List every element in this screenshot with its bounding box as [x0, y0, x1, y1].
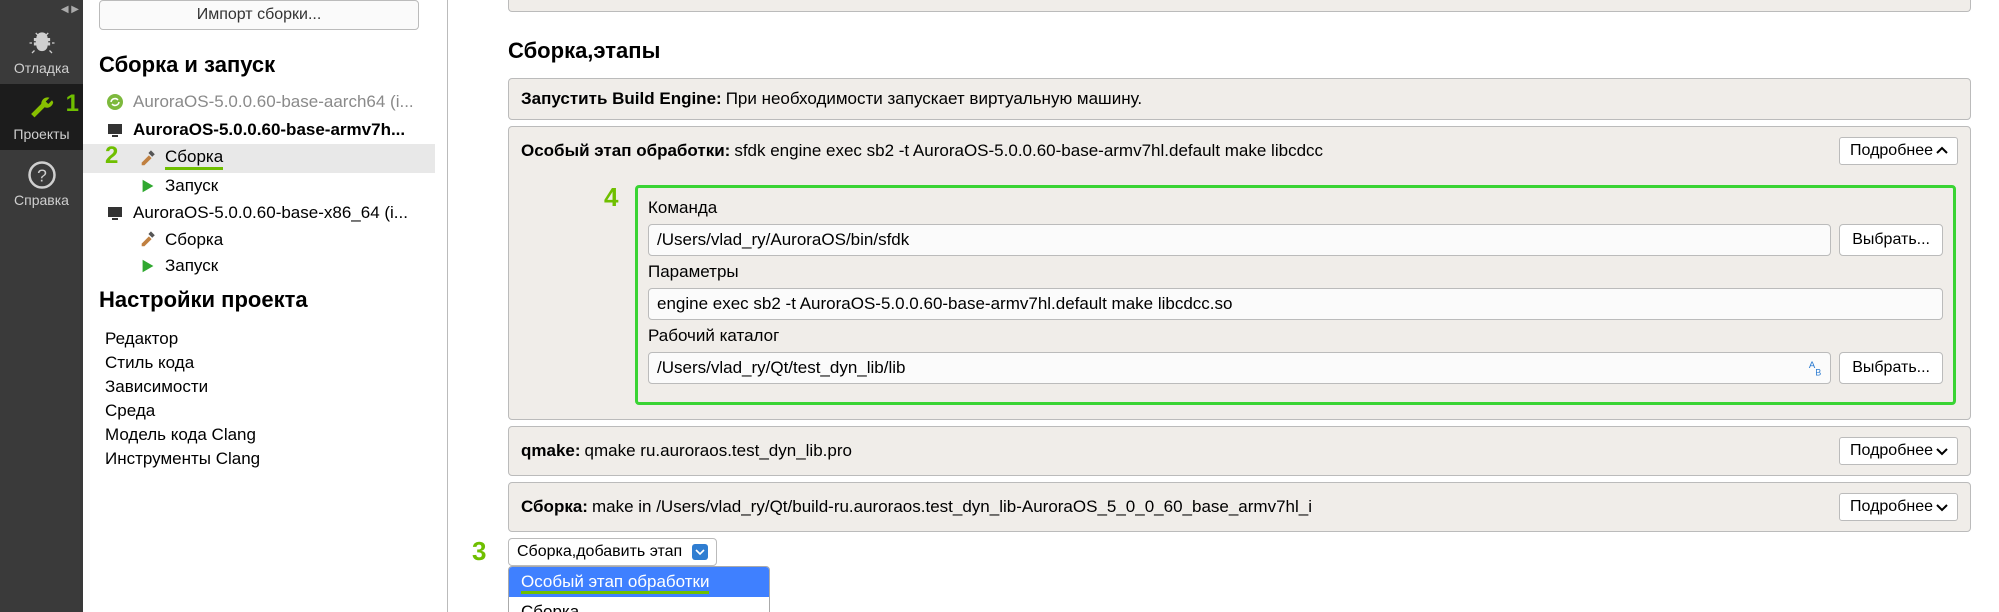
command-input[interactable]: [648, 224, 1831, 256]
label-command: Команда: [648, 198, 717, 217]
subrow-run-x8664[interactable]: Запуск: [83, 253, 435, 279]
settings-list: Редактор Стиль кода Зависимости Среда Мо…: [83, 323, 435, 471]
details-button-qmake[interactable]: Подробнее: [1839, 437, 1958, 465]
choose-command-button[interactable]: Выбрать...: [1839, 224, 1943, 256]
highlighted-fields: 4 Команда Выбрать... Параметры: [635, 185, 1956, 405]
step-custom-title: Особый этап обработки:: [521, 141, 730, 161]
marker-4: 4: [604, 182, 618, 213]
step-make: Сборка: make in /Users/vlad_ry/Qt/build-…: [508, 482, 1971, 532]
add-build-step-label: Сборка,добавить этап: [517, 543, 682, 561]
wrench-icon: [27, 94, 57, 124]
label-wd: Рабочий каталог: [648, 326, 779, 345]
iconbar-help-label: Справка: [14, 192, 69, 208]
variable-icon[interactable]: ᴬB: [1809, 359, 1821, 378]
kit-armv7hl[interactable]: AuroraOS-5.0.0.60-base-armv7h...: [83, 116, 435, 144]
step-custom-process: Особый этап обработки: sfdk engine exec …: [508, 126, 1971, 420]
settings-clang-tools[interactable]: Инструменты Clang: [105, 447, 419, 471]
kit-x8664[interactable]: AuroraOS-5.0.0.60-base-x86_64 (i...: [83, 199, 435, 227]
play-icon: [139, 257, 157, 275]
help-icon: ?: [27, 160, 57, 190]
step-qmake-title: qmake:: [521, 441, 581, 461]
kit-x8664-label: AuroraOS-5.0.0.60-base-x86_64 (i...: [133, 203, 408, 223]
subrow-run-label: Запуск: [165, 176, 218, 196]
kit-aarch64[interactable]: AuroraOS-5.0.0.60-base-aarch64 (i...: [83, 88, 435, 116]
partial-panel-top: [508, 0, 1971, 12]
choose-wd-button[interactable]: Выбрать...: [1839, 352, 1943, 384]
subrow-build-label2: Сборка: [165, 230, 223, 250]
reload-icon: [105, 92, 125, 112]
wd-input[interactable]: [648, 352, 1831, 384]
iconbar-debug-label: Отладка: [14, 60, 69, 76]
sidebar: Импорт сборки... Сборка и запуск AuroraO…: [83, 0, 448, 612]
device-icon: [105, 120, 125, 140]
subrow-build-x8664[interactable]: Сборка: [83, 227, 435, 253]
step-engine-title: Запустить Build Engine:: [521, 89, 722, 109]
main-content: Сборка,этапы Запустить Build Engine: При…: [448, 0, 1999, 612]
chevron-up-icon: [1935, 144, 1949, 158]
dropdown-square-icon: [692, 544, 708, 560]
step-start-build-engine: Запустить Build Engine: При необходимост…: [508, 78, 1971, 120]
params-input[interactable]: [648, 288, 1943, 320]
section-project-settings-title: Настройки проекта: [83, 279, 435, 323]
step-qmake-desc: qmake ru.auroraos.test_dyn_lib.pro: [585, 441, 1835, 461]
iconbar-projects[interactable]: 1 Проекты: [0, 84, 83, 150]
iconbar-help[interactable]: ? Справка: [0, 150, 83, 216]
iconbar-debug[interactable]: Отладка: [0, 18, 83, 84]
play-icon: [139, 177, 157, 195]
step-make-desc: make in /Users/vlad_ry/Qt/build-ru.auror…: [592, 497, 1835, 517]
subrow-run-armv7hl[interactable]: Запуск: [83, 173, 435, 199]
popup-build[interactable]: Сборка: [509, 597, 769, 612]
settings-codestyle[interactable]: Стиль кода: [105, 351, 419, 375]
hammer-icon: [139, 150, 157, 168]
build-steps-heading: Сборка,этапы: [508, 16, 1971, 78]
label-params: Параметры: [648, 262, 739, 281]
left-icon-bar: ◀ ▶ Отладка 1 Проекты ? Справка: [0, 0, 83, 612]
popup-custom-label: Особый этап обработки: [521, 572, 709, 594]
marker-3: 3: [472, 536, 486, 567]
add-build-step-button[interactable]: Сборка,добавить этап: [508, 538, 717, 566]
kit-armv7hl-label: AuroraOS-5.0.0.60-base-armv7h...: [133, 120, 405, 140]
settings-environment[interactable]: Среда: [105, 399, 419, 423]
step-qmake: qmake: qmake ru.auroraos.test_dyn_lib.pr…: [508, 426, 1971, 476]
settings-clang-model[interactable]: Модель кода Clang: [105, 423, 419, 447]
hammer-icon: [139, 231, 157, 249]
step-make-title: Сборка:: [521, 497, 588, 517]
details-button-make[interactable]: Подробнее: [1839, 493, 1958, 521]
step-custom-desc: sfdk engine exec sb2 -t AuroraOS-5.0.0.6…: [734, 141, 1835, 161]
step-engine-desc: При необходимости запускает виртуальную …: [726, 89, 1958, 109]
marker-2: 2: [83, 142, 118, 170]
bug-icon: [27, 28, 57, 58]
chevron-down-icon: [1935, 444, 1949, 458]
subrow-build-label: Сборка: [165, 147, 223, 170]
add-step-popup: Особый этап обработки Сборка Запустить B…: [508, 566, 770, 612]
import-build-button[interactable]: Импорт сборки...: [99, 0, 419, 30]
subrow-build-armv7hl[interactable]: Сборка: [83, 144, 435, 173]
svg-text:?: ?: [37, 165, 47, 185]
popup-custom-process[interactable]: Особый этап обработки: [509, 567, 769, 597]
settings-editor[interactable]: Редактор: [105, 327, 419, 351]
iconbar-chevrons[interactable]: ◀ ▶: [0, 0, 83, 18]
details-label3: Подробнее: [1850, 498, 1933, 516]
settings-dependencies[interactable]: Зависимости: [105, 375, 419, 399]
device-icon: [105, 203, 125, 223]
iconbar-projects-label: Проекты: [13, 126, 69, 142]
details-label: Подробнее: [1850, 142, 1933, 160]
kit-aarch64-label: AuroraOS-5.0.0.60-base-aarch64 (i...: [133, 92, 414, 112]
chevron-down-icon: [1935, 500, 1949, 514]
details-label2: Подробнее: [1850, 442, 1933, 460]
details-button-custom[interactable]: Подробнее: [1839, 137, 1958, 165]
subrow-run-label2: Запуск: [165, 256, 218, 276]
section-build-run-title: Сборка и запуск: [83, 44, 435, 88]
marker-1: 1: [66, 90, 79, 118]
